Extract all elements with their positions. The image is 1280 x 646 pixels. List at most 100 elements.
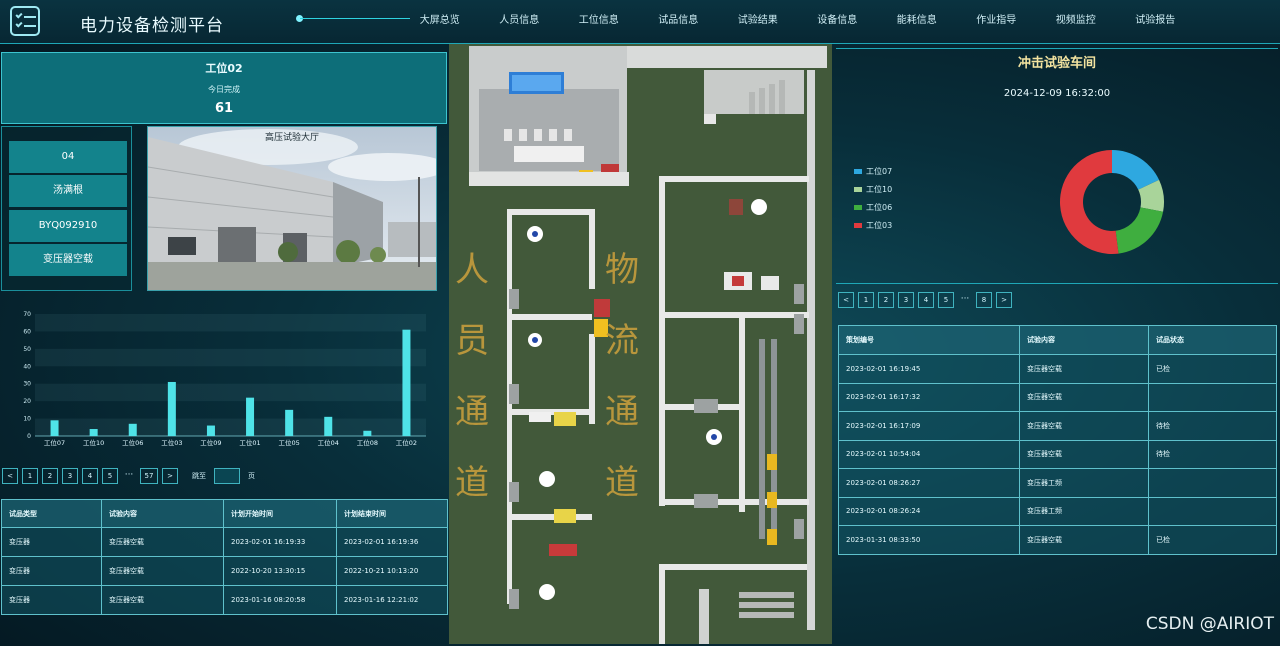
pager-page-5[interactable]: 5 [102,468,118,484]
chart-bar [128,423,137,436]
table-row[interactable]: 变压器 变压器空载 2022-10-20 13:30:15 2022-10-21… [1,556,448,586]
table-row[interactable]: 变压器 变压器空载 2023-01-16 08:20:58 2023-01-16… [1,585,448,615]
y-tick-label: 60 [23,328,31,335]
test-plan-table: 试品类型 试验内容 计划开始时间 计划结束时间 变压器 变压器空载 2023-0… [1,499,448,615]
legend-item[interactable]: 工位07 [854,162,892,180]
nav-energy[interactable]: 能耗信息 [877,0,957,44]
pager-prev-button[interactable]: < [838,292,854,308]
info-station-number: 04 [9,141,127,173]
table-cell: 变压器空载 [1019,439,1149,469]
chart-bar [402,329,411,436]
table-cell: 2022-10-21 10:13:20 [336,556,448,586]
x-tick-label: 工位05 [279,438,300,447]
table-row[interactable]: 2023-02-01 10:54:04 变压器空载 待检 [838,439,1277,469]
header-deco-line [300,18,410,19]
table-row[interactable]: 2023-02-01 08:26:24 变压器工频 [838,496,1277,526]
chart-bar [246,397,255,436]
chart-bar [206,425,215,436]
nav-stations[interactable]: 工位信息 [559,0,639,44]
pager-page-5[interactable]: 5 [938,292,954,308]
table-cell: 2023-02-01 16:17:09 [838,411,1020,441]
pager-page-last[interactable]: 8 [976,292,992,308]
pager-page-2[interactable]: 2 [878,292,894,308]
table-row[interactable]: 2023-02-01 08:26:27 变压器工频 [838,468,1277,498]
legend-label: 工位06 [866,202,893,212]
legend-swatch [854,204,862,210]
pager-next-button[interactable]: > [996,292,1012,308]
legend-label: 工位07 [866,166,893,176]
table-cell: 2023-01-16 08:20:58 [223,585,337,615]
checklist-icon [10,6,40,36]
pager-page-4[interactable]: 4 [918,292,934,308]
pager-page-2[interactable]: 2 [42,468,58,484]
table-header-row: 试品类型 试验内容 计划开始时间 计划结束时间 [1,499,448,528]
map-label-char: 道 [605,463,639,503]
table-cell [1148,468,1277,498]
chart-bar [89,429,98,436]
table-cell [1148,382,1277,412]
factory-floor-map: 人 员 通 道 物 流 通 道 [449,44,832,644]
y-tick-label: 50 [23,346,31,353]
x-tick-label: 工位02 [396,438,417,447]
table-header-cell: 策划编号 [838,325,1020,355]
nav-results[interactable]: 试验结果 [718,0,798,44]
right-divider-top [836,48,1278,49]
table-row[interactable]: 2023-02-01 16:19:45 变压器空载 已检 [838,354,1277,384]
x-tick-label: 工位01 [239,438,260,447]
table-header-cell: 试验内容 [101,499,224,528]
table-cell: 变压器空载 [101,527,224,557]
donut-slice [1060,150,1119,254]
legend-item[interactable]: 工位03 [854,216,892,234]
nav-video[interactable]: 视频监控 [1036,0,1116,44]
pager-page-1[interactable]: 1 [22,468,38,484]
nav-samples[interactable]: 试品信息 [639,0,719,44]
completion-bar-chart: 0 10 20 30 40 50 60 70 工位07 工位10 工位06 工位03 工位09 工位01 工… [1,296,447,461]
table-cell: 变压器工频 [1019,468,1149,498]
table-header-cell: 计划结束时间 [336,499,448,528]
legend-swatch [854,186,862,192]
y-tick-label: 0 [27,433,31,440]
table-header-row: 策划编号 试验内容 试品状态 [838,325,1277,355]
table-cell: 已检 [1148,354,1277,384]
x-tick-label: 工位08 [357,438,378,447]
table-cell: 变压器空载 [1019,411,1149,441]
pager-page-1[interactable]: 1 [858,292,874,308]
y-tick-label: 40 [23,363,31,370]
nav-equipment[interactable]: 设备信息 [798,0,878,44]
nav-reports[interactable]: 试验报告 [1116,0,1196,44]
nav-guidance[interactable]: 作业指导 [957,0,1037,44]
nav-personnel[interactable]: 人员信息 [480,0,560,44]
table-header-cell: 计划开始时间 [223,499,337,528]
pager-ellipsis: ··· [960,294,970,304]
x-tick-label: 工位03 [161,438,182,447]
table-row[interactable]: 2023-02-01 16:17:09 变压器空载 待检 [838,411,1277,441]
chart-bar [363,430,372,436]
table-row[interactable]: 2023-02-01 16:17:32 变压器空载 [838,382,1277,412]
y-tick-label: 20 [23,398,31,405]
legend-item[interactable]: 工位06 [854,198,892,216]
pager-page-3[interactable]: 3 [898,292,914,308]
pager-prev-button[interactable]: < [2,468,18,484]
right-pagination: < 1 2 3 4 5 ··· 8 > [838,292,1012,308]
factory-photo-image [148,127,436,290]
hall-photo: 高压试验大厅 [147,126,437,291]
chart-bar [167,381,176,436]
table-cell: 2023-01-16 12:21:02 [336,585,448,615]
map-label-char: 通 [605,392,639,432]
pager-next-button[interactable]: > [162,468,178,484]
legend-item[interactable]: 工位10 [854,180,892,198]
table-cell: 待检 [1148,411,1277,441]
pager-page-3[interactable]: 3 [62,468,78,484]
table-row[interactable]: 2023-01-31 08:33:50 变压器空载 已检 [838,525,1277,555]
table-cell: 变压器 [1,527,102,557]
pager-ellipsis: ··· [124,470,134,480]
table-cell [1148,496,1277,526]
table-cell: 2023-02-01 16:19:33 [223,527,337,557]
nav-overview[interactable]: 大屏总览 [400,0,480,44]
x-tick-label: 工位09 [200,438,221,447]
pager-goto-input[interactable] [214,468,240,484]
info-sample-code: BYQ092910 [9,210,127,242]
table-row[interactable]: 变压器 变压器空载 2023-02-01 16:19:33 2023-02-01… [1,527,448,557]
pager-page-4[interactable]: 4 [82,468,98,484]
pager-page-last[interactable]: 57 [140,468,158,484]
